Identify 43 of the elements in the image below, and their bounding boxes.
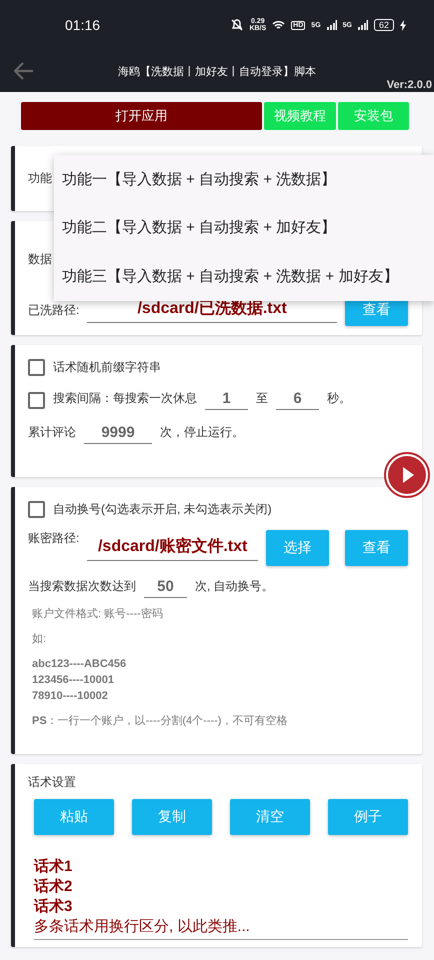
option-label: 搜索间隔：每搜索一次休息: [53, 390, 197, 407]
menu-option[interactable]: 功能二【导入数据 + 自动搜索 + 加好友】: [62, 218, 426, 238]
checkbox[interactable]: [28, 392, 45, 408]
checkbox[interactable]: [28, 359, 45, 376]
option-label: 话术随机前缀字符串: [53, 359, 161, 376]
clock-time: 01:16: [65, 17, 100, 33]
data-label: 数据: [28, 251, 52, 268]
version-label: Ver:2.0.0: [386, 79, 432, 91]
example-label: 如:: [32, 632, 48, 647]
menu-option[interactable]: 功能三【导入数据 + 自动搜索 + 洗数据 + 加好友】: [62, 267, 426, 286]
back-icon[interactable]: [14, 62, 34, 80]
comment-label: 累计评论: [28, 424, 76, 441]
threshold-suffix: 次, 自动换号。: [195, 578, 274, 595]
open-app-button[interactable]: 打开应用: [21, 102, 262, 130]
example-line: abc123----ABC456: [32, 657, 128, 672]
input-field[interactable]: 6: [276, 390, 319, 410]
input-field[interactable]: 50: [144, 578, 187, 598]
charging-icon: [400, 20, 406, 30]
app-title: 海鸥【洗数据丨加好友丨自动登录】脚本: [118, 64, 316, 78]
battery-level: 62: [374, 19, 394, 31]
example-line: 78910----10002: [32, 689, 109, 704]
input-field[interactable]: 9999: [84, 424, 152, 444]
format-note: PS：一行一个账户，以----分割(4个----)，不可有空格: [32, 714, 288, 729]
script-field[interactable]: 话术1 话术2 话术3 多条话术用换行区分, 以此类推...: [34, 857, 408, 940]
path-label: 已洗路径:: [28, 302, 80, 318]
unit-label: 秒。: [327, 390, 351, 407]
signal-icon: [326, 20, 337, 30]
stop-label: 次，停止运行。: [160, 424, 244, 441]
section-title: 话术设置: [28, 774, 76, 791]
menu-option[interactable]: 功能一【导入数据 + 自动搜索 + 洗数据】: [62, 170, 426, 189]
example-line: 123456----10001: [32, 673, 115, 688]
mute-icon: [231, 19, 244, 31]
wifi-icon: [272, 20, 286, 30]
checkbox[interactable]: [28, 501, 45, 518]
option-label: 自动换号(勾选表示开启, 未勾选表示关闭): [53, 501, 272, 518]
range-label: 至: [256, 390, 268, 407]
path-label: 账密路径:: [28, 530, 80, 547]
input-field[interactable]: 1: [205, 390, 248, 410]
function-label: 功能: [28, 170, 52, 187]
format-hint: 账户文件格式: 账号----密码: [32, 606, 164, 622]
path-field[interactable]: /sdcard/账密文件.txt: [87, 536, 258, 560]
signal-icon: [358, 20, 368, 30]
threshold-label: 当搜索数据次数达到: [28, 578, 136, 595]
